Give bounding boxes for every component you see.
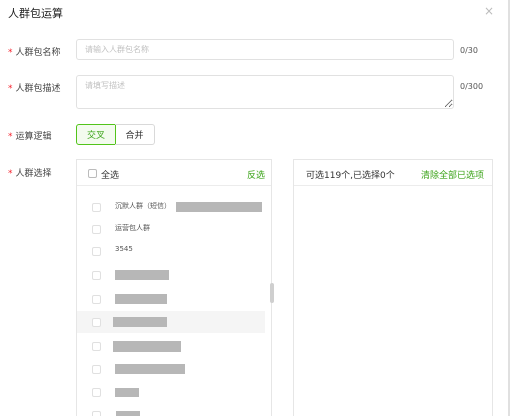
item-label: 运营包人群 bbox=[115, 224, 150, 232]
clear-all-link[interactable]: 清除全部已选项 bbox=[421, 168, 484, 181]
name-label-text: 人群包名称 bbox=[15, 48, 61, 58]
required-mark: * bbox=[8, 84, 13, 94]
selection-summary: 可选119个,已选择0个 bbox=[306, 171, 395, 181]
selection-label: * 人群选择 bbox=[8, 166, 52, 179]
name-char-counter: 0/30 bbox=[460, 46, 478, 55]
available-crowd-panel: 全选 反选 沉默人群（短信） 运营包人群 3545 bbox=[76, 159, 272, 416]
list-item[interactable]: 沉默人群（短信） bbox=[77, 196, 265, 218]
item-checkbox[interactable] bbox=[92, 365, 101, 374]
dialog-title: 人群包运算 bbox=[8, 7, 63, 20]
required-mark: * bbox=[8, 132, 13, 142]
logic-option-union[interactable]: 合并 bbox=[115, 124, 155, 145]
redacted-text bbox=[113, 341, 181, 352]
redacted-text bbox=[176, 202, 262, 212]
redacted-text bbox=[115, 270, 169, 280]
name-label: * 人群包名称 bbox=[8, 45, 61, 58]
item-label: 沉默人群（短信） bbox=[115, 202, 171, 210]
item-checkbox[interactable] bbox=[92, 342, 101, 351]
name-input[interactable] bbox=[76, 39, 454, 60]
item-checkbox[interactable] bbox=[92, 225, 101, 234]
crowd-package-operation-dialog: 人群包运算 × *人群包名称 0/30 *人群包描述 0/300 *运算逻辑 交… bbox=[0, 0, 510, 416]
crowd-list: 沉默人群（短信） 运营包人群 3545 bbox=[77, 194, 271, 416]
item-checkbox[interactable] bbox=[92, 411, 101, 416]
select-all-checkbox[interactable] bbox=[88, 169, 97, 178]
select-all-label[interactable]: 全选 bbox=[101, 168, 119, 181]
description-label: * 人群包描述 bbox=[8, 81, 61, 94]
list-item[interactable] bbox=[77, 381, 265, 403]
redacted-text bbox=[115, 388, 139, 397]
required-mark: * bbox=[8, 169, 13, 179]
list-item[interactable]: 3545 bbox=[77, 240, 265, 262]
logic-label-text: 运算逻辑 bbox=[15, 132, 52, 142]
redacted-text bbox=[115, 294, 167, 304]
description-label-text: 人群包描述 bbox=[15, 84, 61, 94]
required-mark: * bbox=[8, 48, 13, 58]
redacted-text bbox=[115, 364, 185, 374]
logic-label: * 运算逻辑 bbox=[8, 129, 52, 142]
item-checkbox[interactable] bbox=[92, 203, 101, 212]
close-icon[interactable]: × bbox=[484, 4, 494, 18]
list-scrollbar[interactable] bbox=[270, 283, 274, 303]
item-checkbox[interactable] bbox=[92, 318, 101, 327]
item-checkbox[interactable] bbox=[92, 271, 101, 280]
selected-crowd-panel: 可选119个,已选择0个 清除全部已选项 bbox=[293, 159, 493, 416]
list-item[interactable] bbox=[77, 335, 265, 357]
list-item[interactable] bbox=[77, 404, 265, 416]
list-item[interactable] bbox=[77, 358, 265, 380]
list-item[interactable] bbox=[77, 264, 265, 286]
panel-header: 全选 反选 bbox=[77, 160, 271, 186]
selection-label-text: 人群选择 bbox=[15, 169, 52, 179]
list-item[interactable] bbox=[77, 311, 265, 333]
description-char-counter: 0/300 bbox=[460, 82, 484, 91]
list-item[interactable]: 运营包人群 bbox=[77, 218, 265, 240]
item-checkbox[interactable] bbox=[92, 388, 101, 397]
invert-selection-link[interactable]: 反选 bbox=[247, 168, 265, 181]
panel-header: 可选119个,已选择0个 清除全部已选项 bbox=[294, 160, 492, 186]
redacted-text bbox=[116, 411, 140, 416]
item-checkbox[interactable] bbox=[92, 295, 101, 304]
logic-option-intersect[interactable]: 交叉 bbox=[76, 124, 116, 145]
list-item[interactable] bbox=[77, 288, 265, 310]
description-textarea[interactable] bbox=[76, 75, 454, 109]
redacted-text bbox=[113, 317, 167, 327]
item-checkbox[interactable] bbox=[92, 247, 101, 256]
item-label: 3545 bbox=[115, 245, 133, 253]
